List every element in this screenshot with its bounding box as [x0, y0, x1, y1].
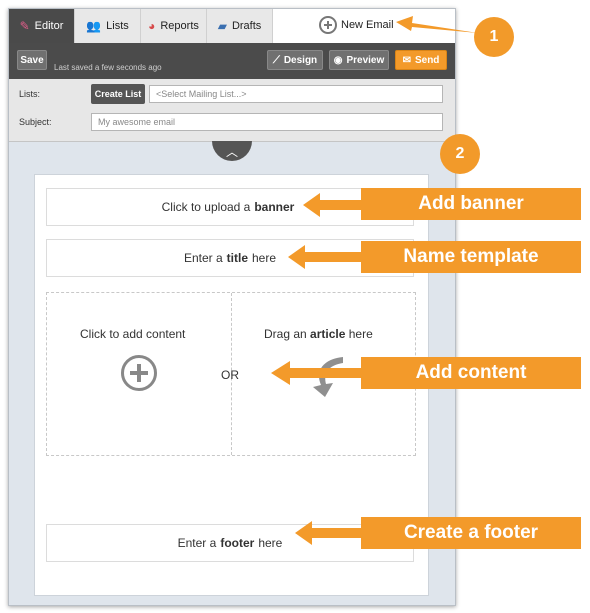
arrow-new-email [396, 16, 478, 33]
callout-name-template: Name template [361, 241, 581, 273]
callout-create-footer: Create a footer [361, 517, 581, 549]
arrow-banner [303, 193, 361, 217]
arrow-content [271, 361, 361, 385]
step-badge-1: 1 [474, 17, 514, 57]
arrow-title [288, 245, 361, 269]
arrow-footer [295, 521, 361, 545]
callout-add-banner: Add banner [361, 188, 581, 220]
callout-add-content: Add content [361, 357, 581, 389]
step-badge-2: 2 [440, 134, 480, 174]
